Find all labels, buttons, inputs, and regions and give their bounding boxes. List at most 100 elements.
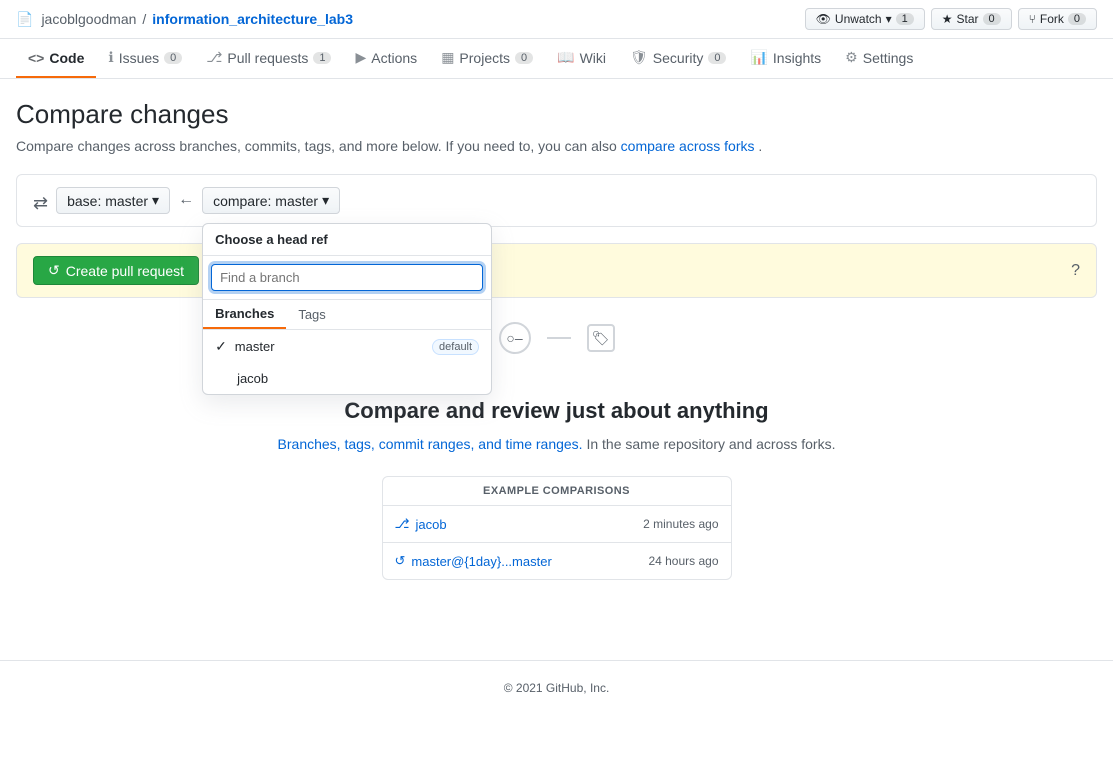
compare-bar: ⇄ base: master ▾ ← compare: master ▾ Cho…: [16, 174, 1097, 227]
icons-row: ○– 🏷: [16, 322, 1097, 354]
example-link-jacob[interactable]: ⎇ jacob: [395, 516, 447, 532]
tab-actions[interactable]: ▶ Actions: [343, 39, 429, 78]
tab-code-label: Code: [49, 50, 84, 66]
wiki-icon: 📖: [557, 49, 574, 66]
example-comparisons-box: EXAMPLE COMPARISONS ⎇ jacob 2 minutes ag…: [382, 476, 732, 580]
compare-forks-link[interactable]: compare across forks: [621, 138, 755, 154]
compare-section: Compare and review just about anything B…: [16, 378, 1097, 600]
circle-key-icon: ○–: [499, 322, 531, 354]
tags-tab[interactable]: Tags: [286, 300, 337, 329]
base-branch-label: base: master: [67, 193, 148, 209]
example-row-jacob: ⎇ jacob 2 minutes ago: [383, 506, 731, 543]
example-row-master-day: ↺ master@{1day}...master 24 hours ago: [383, 543, 731, 579]
create-pull-request-button[interactable]: ↺ Create pull request: [33, 256, 199, 285]
projects-icon: ▦: [441, 49, 454, 66]
direction-arrow-icon: ←: [178, 187, 194, 209]
watch-dropdown-icon: ▾: [886, 12, 892, 26]
insights-icon: 📊: [750, 49, 767, 66]
example-link-master-day[interactable]: ↺ master@{1day}...master: [395, 553, 552, 569]
tab-settings[interactable]: ⚙ Settings: [833, 39, 925, 78]
tab-wiki[interactable]: 📖 Wiki: [545, 39, 618, 78]
branch-item-master[interactable]: ✓ master default: [203, 330, 491, 363]
tab-insights[interactable]: 📊 Insights: [738, 39, 833, 78]
top-bar: 📄 jacoblgoodman / information_architectu…: [0, 0, 1113, 39]
commit-icon-master: ↺: [395, 553, 406, 569]
example-time-jacob: 2 minutes ago: [643, 517, 718, 531]
compare-dropdown-icon: ▾: [322, 192, 329, 209]
example-comparisons-header: EXAMPLE COMPARISONS: [383, 477, 731, 506]
compare-dropdown-wrapper: compare: master ▾ Choose a head ref Bran…: [202, 187, 340, 214]
watch-label: Unwatch: [835, 12, 882, 26]
footer-text: © 2021 GitHub, Inc.: [504, 681, 610, 695]
tab-security-label: Security: [653, 50, 704, 66]
tab-security[interactable]: 🛡 Security 0: [618, 39, 738, 78]
watch-button[interactable]: 👁 Unwatch ▾ 1: [805, 8, 925, 30]
compare-section-link[interactable]: Branches, tags, commit ranges, and time …: [278, 436, 583, 452]
security-count: 0: [708, 52, 726, 64]
subtitle-link1: If you need to, you can also: [446, 138, 621, 154]
subtitle-plain: Compare changes across branches, commits…: [16, 138, 446, 154]
pr-icon: ⎇: [206, 49, 222, 66]
create-pr-label: Create pull request: [66, 263, 184, 279]
fork-button[interactable]: ⑂ Fork 0: [1018, 8, 1097, 30]
branch-name-jacob: jacob: [237, 371, 268, 386]
tab-projects[interactable]: ▦ Projects 0: [429, 39, 545, 78]
base-dropdown-icon: ▾: [152, 192, 159, 209]
repo-owner: jacoblgoodman: [41, 11, 136, 27]
settings-icon: ⚙: [845, 49, 858, 66]
branch-item-jacob[interactable]: jacob: [203, 363, 491, 394]
nav-tabs: <> Code ℹ Issues 0 ⎇ Pull requests 1 ▶ A…: [0, 39, 1113, 79]
example-link-jacob-text: jacob: [415, 517, 446, 532]
dropdown-header: Choose a head ref: [203, 224, 491, 256]
branches-tab[interactable]: Branches: [203, 300, 286, 329]
issue-icon: ℹ: [108, 49, 113, 66]
compare-section-heading: Compare and review just about anything: [16, 398, 1097, 424]
star-icon: ★: [942, 12, 953, 26]
star-label: Star: [957, 12, 979, 26]
tab-insights-label: Insights: [773, 50, 821, 66]
fork-count: 0: [1068, 13, 1086, 25]
help-icon[interactable]: ?: [1071, 262, 1080, 280]
default-badge: default: [432, 339, 479, 355]
fork-icon: ⑂: [1029, 12, 1036, 26]
pr-count: 1: [313, 52, 331, 64]
compare-branch-label: compare: master: [213, 193, 318, 209]
repo-separator: /: [142, 11, 146, 27]
info-box: ↺ Create pull request iscuss and review …: [16, 243, 1097, 298]
page-title: Compare changes: [16, 99, 1097, 130]
branch-icon-jacob: ⎇: [395, 516, 410, 532]
compare-branch-button[interactable]: compare: master ▾: [202, 187, 340, 214]
head-ref-dropdown: Choose a head ref Branches Tags ✓ master…: [202, 223, 492, 395]
tab-actions-label: Actions: [371, 50, 417, 66]
watch-count: 1: [896, 13, 914, 25]
compare-section-description: Branches, tags, commit ranges, and time …: [16, 436, 1097, 452]
subtitle-end: .: [758, 138, 762, 154]
star-count: 0: [983, 13, 1001, 25]
compare-arrows-icon: ⇄: [33, 187, 48, 214]
issues-count: 0: [164, 52, 182, 64]
dropdown-search-area: [203, 256, 491, 300]
example-time-master-day: 24 hours ago: [648, 554, 718, 568]
page-subtitle: Compare changes across branches, commits…: [16, 138, 1097, 154]
tab-pr-label: Pull requests: [227, 50, 308, 66]
code-icon: <>: [28, 50, 44, 66]
branch-name-master: master: [235, 339, 275, 354]
repo-name[interactable]: information_architecture_lab3: [152, 11, 353, 27]
compare-section-plain: In the same repository and across forks.: [586, 436, 835, 452]
tab-settings-label: Settings: [863, 50, 914, 66]
base-branch-button[interactable]: base: master ▾: [56, 187, 170, 214]
main-content: Compare changes Compare changes across b…: [0, 79, 1113, 620]
tab-pull-requests[interactable]: ⎇ Pull requests 1: [194, 39, 343, 78]
tab-code[interactable]: <> Code: [16, 40, 96, 78]
top-bar-actions: 👁 Unwatch ▾ 1 ★ Star 0 ⑂ Fork 0: [805, 8, 1097, 30]
pr-create-icon: ↺: [48, 262, 60, 279]
star-button[interactable]: ★ Star 0: [931, 8, 1012, 30]
tag-icon: 🏷: [587, 324, 615, 352]
dropdown-tabs: Branches Tags: [203, 300, 491, 330]
tab-projects-label: Projects: [459, 50, 510, 66]
tab-issues[interactable]: ℹ Issues 0: [96, 39, 194, 78]
branch-search-input[interactable]: [211, 264, 483, 291]
eye-icon: 👁: [816, 12, 831, 26]
fork-label: Fork: [1040, 12, 1064, 26]
tab-issues-label: Issues: [119, 50, 159, 66]
